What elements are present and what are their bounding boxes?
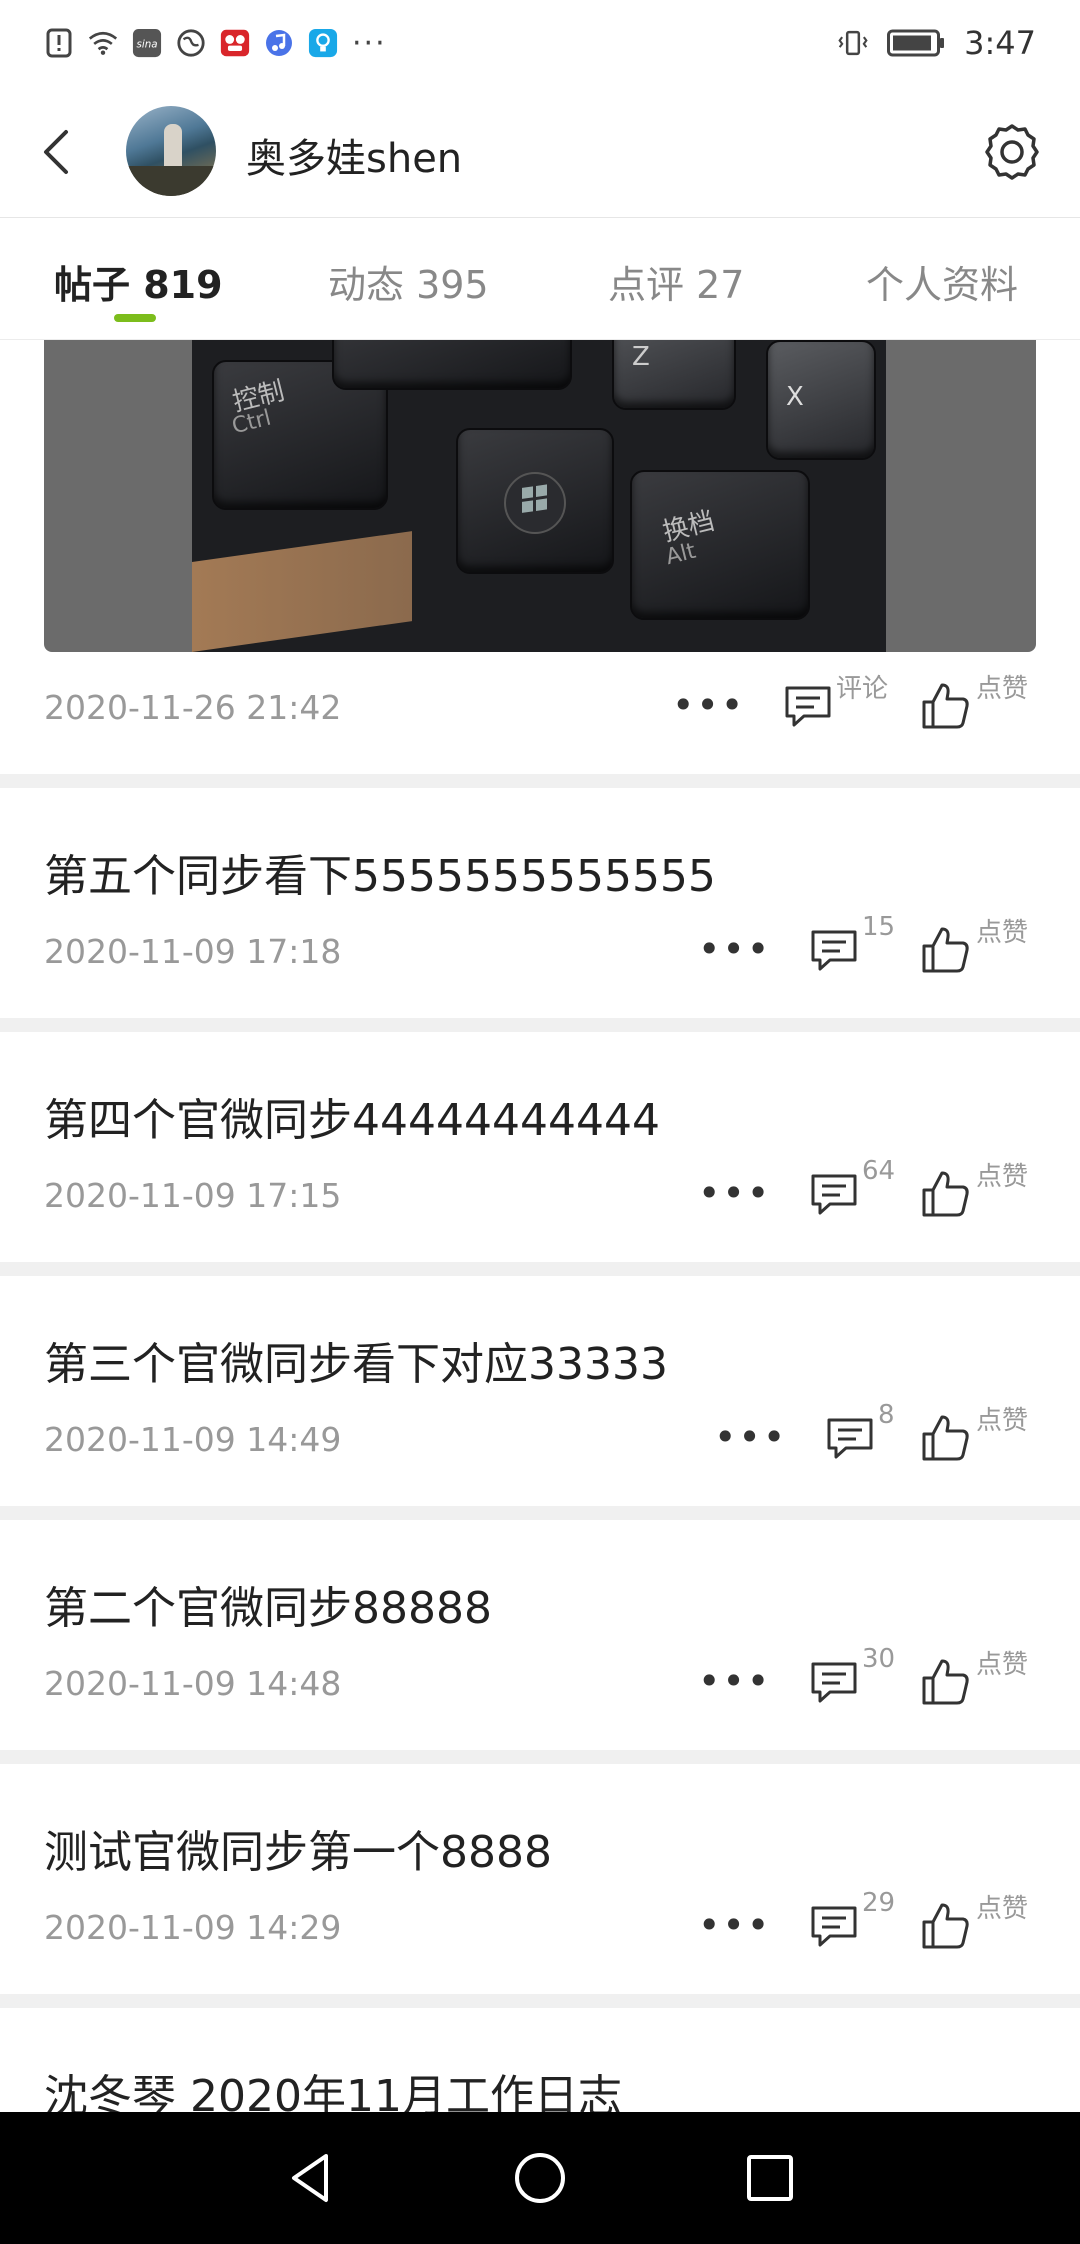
more-notifications: ··· [352,25,387,61]
tab-reviews[interactable]: 点评 27 [608,254,744,309]
more-button[interactable]: ••• [698,1662,771,1700]
like-label: 点赞 [976,918,1029,948]
bulb-app-icon [308,28,338,58]
more-button[interactable]: ••• [714,1418,787,1456]
comment-label: 评论 [836,674,889,704]
thumbs-up-icon[interactable] [920,924,972,976]
post-title[interactable]: 测试官微同步第一个8888 [44,1816,552,1880]
like-label: 点赞 [976,1894,1029,1924]
active-tab-indicator [114,314,156,322]
music-app-icon [264,28,294,58]
red-app-icon [220,28,250,58]
separator [0,1506,1080,1520]
thumbs-up-icon[interactable] [920,1656,972,1708]
comment-icon[interactable] [808,1656,860,1708]
comment-count: 30 [862,1644,896,1674]
post-meta: 2020-11-09 14:48 ••• 30 点赞 [44,1644,1036,1716]
separator [0,1262,1080,1276]
post-title[interactable]: 第五个同步看下5555555555555 [44,840,716,904]
gear-icon [985,124,1039,180]
post-title[interactable]: 第四个官微同步44444444444 [44,1084,660,1148]
post-meta: 2020-11-26 21:42 ••• 评论 点赞 [44,674,1036,740]
post-image[interactable]: 控制 Ctrl 换档 Alt Z X [44,340,1036,652]
comment-count: 29 [862,1888,896,1918]
comment-count: 15 [862,912,896,942]
comment-count: 64 [862,1156,896,1186]
nav-home-icon[interactable] [510,2148,570,2208]
photo-key [332,340,572,390]
nav-recents-icon[interactable] [740,2148,800,2208]
vibrate-icon [838,28,868,58]
post-meta: 2020-11-09 17:15 ••• 64 点赞 [44,1156,1036,1228]
thumbs-up-icon[interactable] [920,1168,972,1220]
more-button[interactable]: ••• [698,1174,771,1212]
like-label: 点赞 [976,674,1029,704]
post-meta: 2020-11-09 14:49 ••• 8 点赞 [44,1400,1036,1472]
post-feed[interactable]: 控制 Ctrl 换档 Alt Z X 2020-11-26 21:42 ••• [0,340,1080,2112]
photo-key: Z [612,340,736,410]
comment-icon[interactable] [782,680,834,732]
like-label: 点赞 [976,1162,1029,1192]
thumbs-up-icon[interactable] [920,1900,972,1952]
like-label: 点赞 [976,1650,1029,1680]
post-meta: 2020-11-09 17:18 ••• 15 点赞 [44,912,1036,984]
post-date: 2020-11-09 17:18 [44,932,342,971]
photo-desk [192,531,412,652]
profile-header: 奥多娃shen [0,86,1080,218]
more-button[interactable]: ••• [672,686,745,724]
comment-icon[interactable] [808,1900,860,1952]
sina-app-icon: sina [132,28,162,58]
post-date: 2020-11-26 21:42 [44,688,342,727]
post-title[interactable]: 第三个官微同步看下对应33333 [44,1328,668,1392]
separator [0,1750,1080,1764]
photo-key: 换档 Alt [630,470,810,620]
avatar[interactable] [126,106,216,196]
keyboard-photo: 控制 Ctrl 换档 Alt Z X [192,340,886,652]
post-title[interactable]: 沈冬琴 2020年11月工作日志 [44,2060,622,2112]
settings-button[interactable] [980,120,1044,184]
post-date: 2020-11-09 17:15 [44,1176,342,1215]
svg-text:sina: sina [136,39,157,51]
separator [0,1018,1080,1032]
wifi-icon [88,28,118,58]
back-button[interactable] [28,124,84,180]
photo-key [456,428,614,574]
clock: 3:47 [964,24,1036,62]
profile-tabs: 帖子 819 动态 395 点评 27 个人资料 [0,218,1080,340]
page: sina ··· 3:47 奥多娃shen 帖子 819 动态 395 点评 2… [0,0,1080,2244]
tab-profile[interactable]: 个人资料 [866,254,1018,309]
more-button[interactable]: ••• [698,930,771,968]
post-date: 2020-11-09 14:29 [44,1908,342,1947]
post-meta: 2020-11-09 14:29 ••• 29 点赞 [44,1888,1036,1960]
chevron-left-icon [44,130,68,174]
comment-icon[interactable] [808,1168,860,1220]
tab-activity[interactable]: 动态 395 [328,254,489,309]
post-date: 2020-11-09 14:49 [44,1420,342,1459]
username: 奥多娃shen [246,136,463,182]
comment-icon[interactable] [808,924,860,976]
status-bar: sina ··· 3:47 [0,0,1080,86]
post-date: 2020-11-09 14:48 [44,1664,342,1703]
comment-count: 8 [878,1400,895,1430]
thumbs-up-icon[interactable] [920,1412,972,1464]
status-right: 3:47 [838,24,1036,62]
separator [0,1994,1080,2008]
nav-back-icon[interactable] [280,2148,340,2208]
photo-key: X [766,340,876,460]
more-button[interactable]: ••• [698,1906,771,1944]
tab-posts[interactable]: 帖子 819 [54,254,223,309]
system-nav-bar [0,2112,1080,2244]
status-icons: sina ··· [44,26,387,61]
like-label: 点赞 [976,1406,1029,1436]
battery-icon [886,28,946,58]
globe-app-icon [176,28,206,58]
comment-icon[interactable] [824,1412,876,1464]
alert-icon [44,28,74,58]
thumbs-up-icon[interactable] [920,680,972,732]
separator [0,774,1080,788]
post-title[interactable]: 第二个官微同步88888 [44,1572,492,1636]
